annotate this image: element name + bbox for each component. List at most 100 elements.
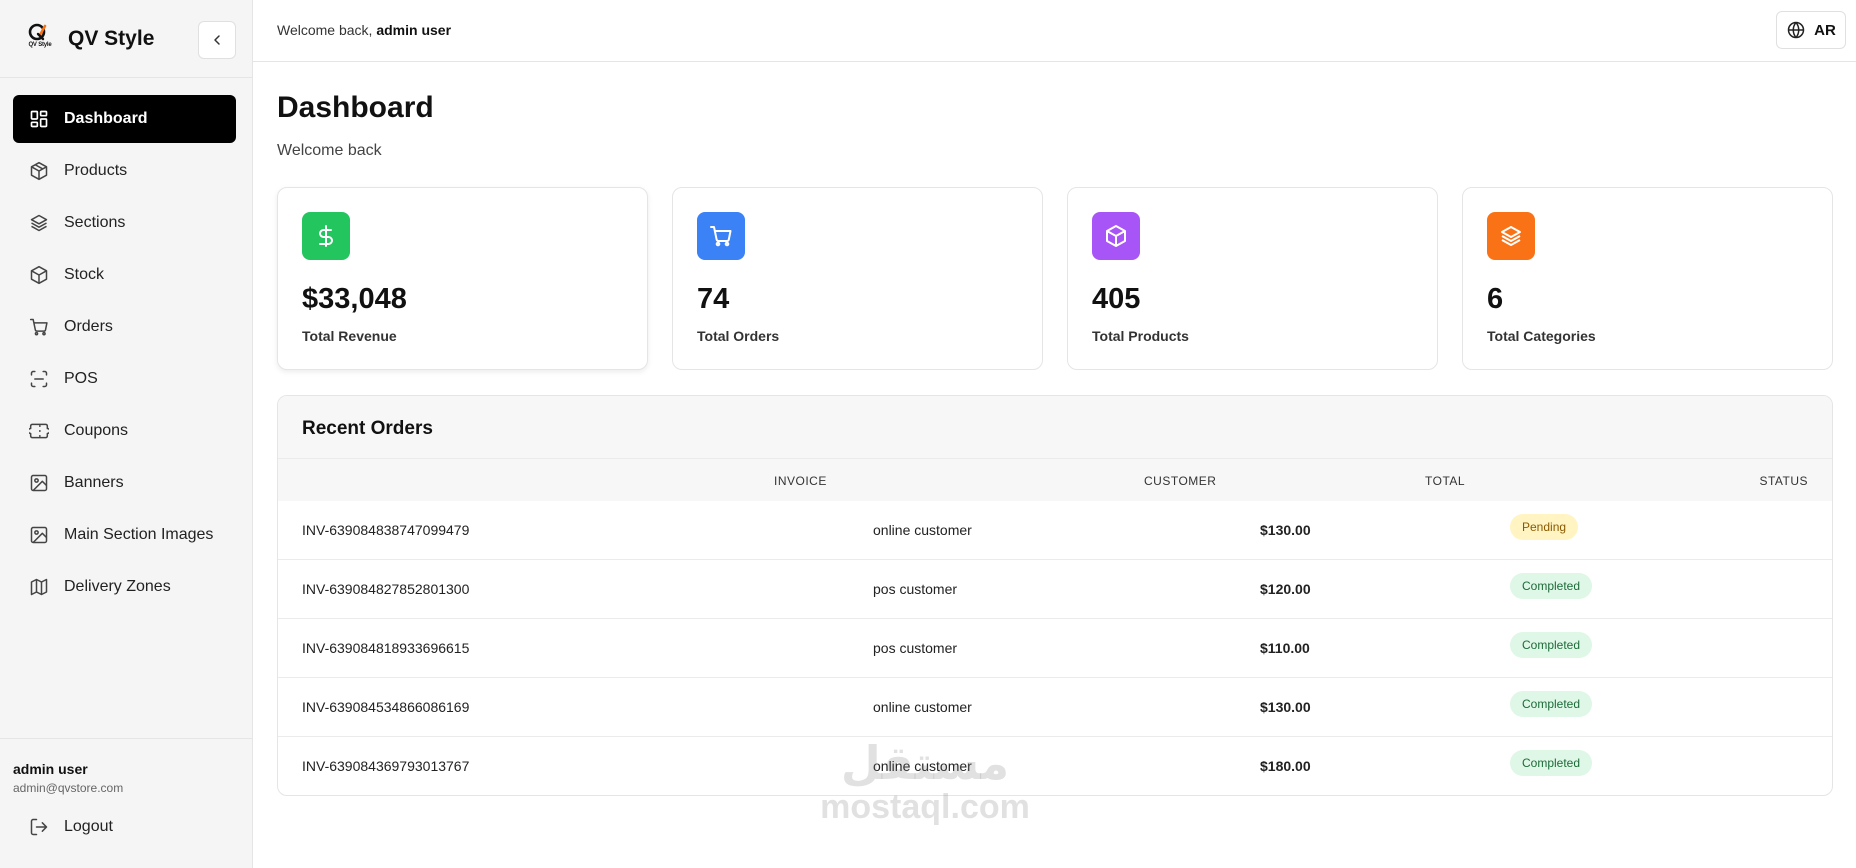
sidebar-item-label: POS: [64, 370, 98, 387]
invoice-cell: INV-639084838747099479: [302, 522, 470, 538]
status-badge: Pending: [1510, 514, 1579, 540]
box-icon: [29, 265, 49, 285]
user-email: admin@qvstore.com: [13, 781, 124, 795]
topbar: Welcome back, admin user AR: [253, 0, 1856, 62]
sidebar-item-label: Main Section Images: [64, 526, 214, 543]
logout-label: Logout: [64, 818, 113, 835]
sidebar: QV Style QV Style Dashboard Products Sec…: [0, 0, 253, 868]
logo-text: QV Style: [28, 42, 52, 48]
brand-logo[interactable]: QV Style: [24, 22, 56, 52]
table-header-bg: [278, 459, 1832, 501]
chevron-left-icon: [214, 35, 220, 45]
column-header-status[interactable]: STATUS: [1759, 474, 1808, 488]
cart-icon: [697, 212, 745, 260]
globe-icon: [1787, 21, 1805, 39]
sidebar-item-coupons[interactable]: Coupons: [13, 407, 236, 455]
package-icon: [1092, 212, 1140, 260]
language-toggle-button[interactable]: AR: [1776, 11, 1846, 49]
dollar-icon: [302, 212, 350, 260]
map-icon: [29, 577, 49, 597]
logout-icon: [29, 817, 49, 837]
total-cell: $110.00: [1260, 640, 1310, 656]
stat-label: Total Revenue: [302, 328, 397, 344]
table-row[interactable]: INV-639084818933696615 pos customer $110…: [278, 619, 1832, 678]
invoice-cell: INV-639084827852801300: [302, 581, 470, 597]
sidebar-item-main-section-images[interactable]: Main Section Images: [13, 511, 236, 559]
watermark: مستقل mostaql.com: [810, 738, 1040, 827]
customer-cell: pos customer: [873, 640, 958, 656]
stat-card-products: 405 Total Products: [1067, 187, 1438, 370]
sidebar-item-dashboard[interactable]: Dashboard: [13, 95, 236, 143]
page-title: Dashboard: [277, 91, 434, 124]
recent-orders-header: Recent Orders: [278, 396, 1832, 459]
sidebar-item-banners[interactable]: Banners: [13, 459, 236, 507]
layers-icon: [1487, 212, 1535, 260]
table-row[interactable]: INV-639084838747099479 online customer $…: [278, 501, 1832, 560]
collapse-sidebar-button[interactable]: [198, 21, 236, 59]
package-icon: [29, 161, 49, 181]
image-icon: [29, 473, 49, 493]
sidebar-item-label: Delivery Zones: [64, 578, 171, 595]
language-label: AR: [1814, 21, 1836, 39]
status-badge: Completed: [1510, 691, 1593, 717]
status-badge: Completed: [1510, 632, 1593, 658]
sidebar-item-label: Sections: [64, 214, 126, 231]
stat-value: 74: [697, 283, 730, 315]
orders-table-body: INV-639084838747099479 online customer $…: [278, 501, 1832, 795]
table-row[interactable]: INV-639084369793013767 online customer $…: [278, 737, 1832, 795]
sidebar-item-products[interactable]: Products: [13, 147, 236, 195]
stat-card-revenue: $33,048 Total Revenue: [277, 187, 648, 370]
column-header-customer[interactable]: CUSTOMER: [1144, 474, 1216, 488]
layers-icon: [29, 213, 49, 233]
customer-cell: online customer: [873, 522, 972, 538]
total-cell: $130.00: [1260, 522, 1311, 538]
brand-title: QV Style: [68, 27, 155, 50]
recent-orders-title: Recent Orders: [302, 418, 433, 439]
invoice-cell: INV-639084534866086169: [302, 699, 470, 715]
status-badge: Completed: [1510, 750, 1593, 776]
sidebar-item-label: Dashboard: [64, 110, 148, 127]
table-row[interactable]: INV-639084534866086169 online customer $…: [278, 678, 1832, 737]
scan-icon: [29, 369, 49, 389]
sidebar-item-label: Banners: [64, 474, 124, 491]
stat-card-categories: 6 Total Categories: [1462, 187, 1833, 370]
stat-label: Total Categories: [1487, 328, 1596, 344]
sidebar-nav: Dashboard Products Sections Stock Orders: [13, 95, 236, 615]
table-row[interactable]: INV-639084827852801300 pos customer $120…: [278, 560, 1832, 619]
watermark-latin: mostaql.com: [820, 788, 1030, 826]
logo-mark-icon: [28, 23, 47, 41]
ticket-icon: [29, 421, 49, 441]
total-cell: $130.00: [1260, 699, 1311, 715]
column-header-invoice[interactable]: INVOICE: [774, 474, 827, 488]
logout-button[interactable]: Logout: [13, 805, 236, 849]
sidebar-item-label: Orders: [64, 318, 113, 335]
sidebar-item-label: Coupons: [64, 422, 129, 439]
sidebar-item-stock[interactable]: Stock: [13, 251, 236, 299]
customer-cell: pos customer: [873, 581, 958, 597]
column-header-total[interactable]: TOTAL: [1425, 474, 1465, 488]
stat-label: Total Products: [1092, 328, 1189, 344]
invoice-cell: INV-639084369793013767: [302, 758, 470, 774]
user-profile: admin user admin@qvstore.com Logout: [0, 738, 252, 868]
welcome-message: Welcome back, admin user: [277, 22, 451, 38]
watermark-arabic: مستقل: [840, 736, 1010, 790]
sidebar-item-delivery-zones[interactable]: Delivery Zones: [13, 563, 236, 611]
brand-header: QV Style QV Style: [0, 0, 252, 78]
welcome-prefix: Welcome back,: [277, 22, 373, 38]
sidebar-item-label: Products: [64, 162, 128, 179]
cart-icon: [29, 317, 49, 337]
sidebar-item-label: Stock: [64, 266, 105, 283]
invoice-cell: INV-639084818933696615: [302, 640, 470, 656]
sidebar-item-orders[interactable]: Orders: [13, 303, 236, 351]
total-cell: $180.00: [1260, 758, 1311, 774]
image-icon: [29, 525, 49, 545]
sidebar-item-pos[interactable]: POS: [13, 355, 236, 403]
recent-orders-panel: Recent Orders INVOICE CUSTOMER TOTAL STA…: [277, 395, 1833, 796]
user-name: admin user: [13, 761, 88, 777]
customer-cell: online customer: [873, 699, 972, 715]
sidebar-item-sections[interactable]: Sections: [13, 199, 236, 247]
dashboard-grid-icon: [29, 109, 49, 129]
stat-value: 405: [1092, 283, 1141, 315]
stat-value: $33,048: [302, 283, 407, 315]
stat-card-orders: 74 Total Orders: [672, 187, 1043, 370]
